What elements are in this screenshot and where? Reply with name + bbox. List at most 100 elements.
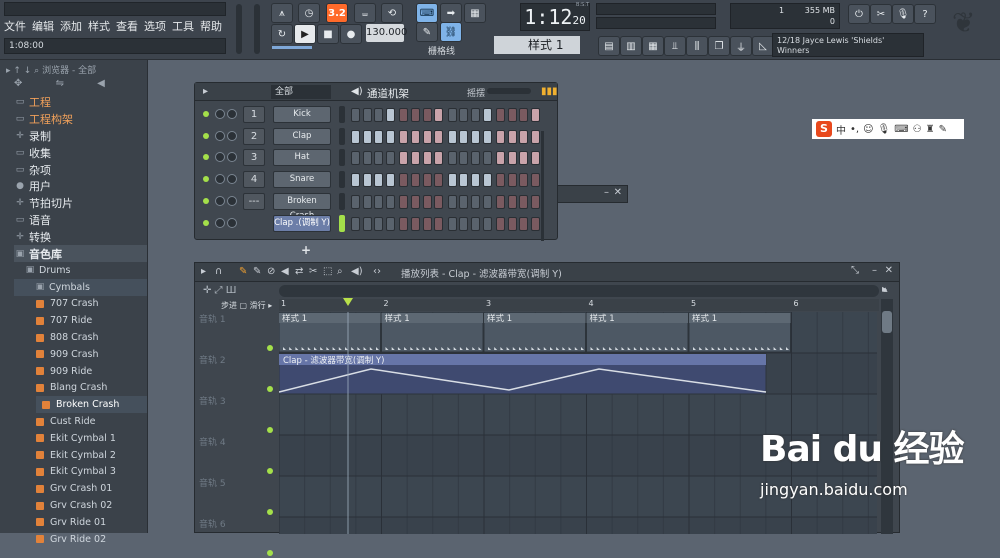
pattern-clip[interactable]: 样式 1	[381, 312, 484, 353]
ime-toolbar[interactable]: S 中 •, ☺ 🎙 ⌨ ⚇ ♜ ✎	[812, 119, 964, 139]
step-button[interactable]	[434, 194, 444, 209]
menu-tools[interactable]: 工具	[172, 18, 194, 34]
skin-icon[interactable]: ⚇	[913, 124, 922, 135]
channel-select-indicator[interactable]	[339, 214, 345, 232]
step-button[interactable]	[411, 194, 420, 209]
track-mute-led[interactable]	[267, 550, 273, 556]
step-button[interactable]	[434, 216, 444, 231]
browser-item-misc[interactable]: ▭ 杂项	[14, 161, 147, 178]
playlist-minimize-icon[interactable]: –	[872, 265, 877, 276]
master-pitch-slider[interactable]	[254, 4, 260, 54]
step-button[interactable]	[422, 108, 432, 122]
step-button[interactable]	[471, 194, 480, 209]
track-mute-led[interactable]	[267, 509, 273, 515]
step-button[interactable]	[362, 129, 372, 144]
rack-menu-icon[interactable]: ▸	[203, 86, 208, 97]
channel-mute-led[interactable]	[203, 176, 209, 183]
menu-help[interactable]: 帮助	[200, 18, 222, 34]
ime-mode-label[interactable]: 中	[836, 122, 846, 137]
paint-tool-icon[interactable]: ✎	[253, 266, 261, 277]
step-button[interactable]	[385, 129, 395, 144]
step-button[interactable]	[459, 216, 469, 231]
step-button[interactable]	[459, 173, 469, 188]
step-button[interactable]	[385, 108, 395, 122]
voice-icon[interactable]: 🎙	[878, 124, 891, 135]
tools-icon[interactable]: ✂	[870, 4, 892, 24]
step-button[interactable]	[519, 129, 529, 144]
mixer-track-number[interactable]: 4	[243, 171, 265, 189]
countdown-button[interactable]: 3.2	[326, 3, 348, 23]
step-button[interactable]	[351, 173, 360, 188]
step-button[interactable]	[399, 151, 409, 166]
channel-volume-knob[interactable]	[227, 174, 237, 185]
step-button[interactable]	[447, 194, 457, 209]
sample-item[interactable]: Ekit Cymbal 1	[36, 430, 147, 447]
swing-slider[interactable]	[487, 88, 531, 94]
step-button[interactable]	[411, 129, 420, 144]
browser-item-sliced-beats[interactable]: ✛ 节拍切片	[14, 195, 147, 212]
sample-item[interactable]: 909 Crash	[36, 346, 147, 363]
playlist-restore-icon[interactable]: ⤡	[851, 265, 859, 276]
channel-mute-led[interactable]	[203, 219, 209, 226]
scroll-up-icon[interactable]: ▴	[883, 285, 888, 295]
menu-options[interactable]: 选项	[144, 18, 166, 34]
step-button[interactable]	[459, 108, 469, 122]
channel-volume-knob[interactable]	[227, 109, 237, 119]
step-button[interactable]	[362, 194, 372, 209]
channel-mute-led[interactable]	[203, 197, 209, 204]
channel-name-button[interactable]: Kick	[273, 106, 331, 123]
step-button[interactable]	[519, 173, 529, 188]
step-button[interactable]	[519, 108, 529, 122]
browser-speaker-icon[interactable]: ◀	[97, 78, 105, 89]
record-button[interactable]: ●	[340, 24, 362, 44]
channel-volume-knob[interactable]	[227, 195, 237, 206]
track-mute-led[interactable]	[267, 468, 273, 474]
step-button[interactable]	[447, 173, 457, 188]
step-button[interactable]	[434, 129, 444, 144]
mixer-track-number[interactable]	[243, 215, 265, 232]
channel-name-button[interactable]: Clap	[273, 127, 331, 145]
step-button[interactable]	[374, 108, 384, 122]
playlist-arrows-icon[interactable]: ‹›	[373, 266, 381, 277]
playlist-window-icon[interactable]: ▤	[598, 36, 620, 56]
metronome-button[interactable]: ⩚	[271, 3, 293, 23]
channel-name-button[interactable]: Broken Crash	[273, 192, 331, 221]
track-mute-led[interactable]	[267, 345, 273, 351]
step-button[interactable]	[459, 151, 469, 166]
step-button[interactable]	[471, 108, 480, 122]
sample-item[interactable]: 808 Crash	[36, 329, 147, 346]
vertical-scroll-thumb[interactable]	[882, 311, 892, 333]
step-button[interactable]	[399, 173, 409, 188]
step-button[interactable]	[385, 216, 395, 231]
mixer-icon[interactable]: ⫫	[664, 36, 686, 56]
sample-item[interactable]: Grv Crash 01	[36, 480, 147, 497]
step-button[interactable]	[482, 151, 492, 166]
menu-add[interactable]: 添加	[60, 18, 82, 34]
delete-tool-icon[interactable]: ⊘	[267, 266, 275, 277]
step-button[interactable]	[471, 151, 480, 166]
playlist-menu-icon[interactable]: ▸	[201, 266, 206, 277]
channel-mute-led[interactable]	[203, 132, 209, 139]
step-button[interactable]	[531, 108, 540, 122]
keyboard-icon[interactable]: ⌨	[894, 124, 908, 135]
step-button[interactable]	[482, 173, 492, 188]
step-button[interactable]	[507, 216, 517, 231]
step-button[interactable]	[496, 151, 506, 166]
channel-name-button[interactable]: Snare	[273, 171, 331, 189]
step-button[interactable]	[447, 108, 457, 122]
channel-pan-knob[interactable]	[215, 195, 225, 206]
step-button[interactable]	[531, 151, 540, 166]
timeline-ruler[interactable]: 1 2 3 4 5 6	[279, 298, 879, 311]
step-button[interactable]	[362, 173, 372, 188]
channel-volume-knob[interactable]	[227, 217, 237, 228]
floating-window-header[interactable]: – ✕	[556, 185, 628, 203]
track-header[interactable]: 音轨 5	[199, 476, 277, 517]
step-button[interactable]	[507, 129, 517, 144]
sample-item[interactable]: 707 Crash	[36, 296, 147, 313]
step-button[interactable]	[447, 151, 457, 166]
news-panel[interactable]: 12/18 Jayce Lewis 'Shields' Winners	[772, 33, 924, 57]
step-button[interactable]	[507, 108, 517, 122]
loop-icon[interactable]: ↻	[271, 24, 293, 44]
step-button[interactable]	[447, 129, 457, 144]
step-button[interactable]	[531, 173, 540, 188]
